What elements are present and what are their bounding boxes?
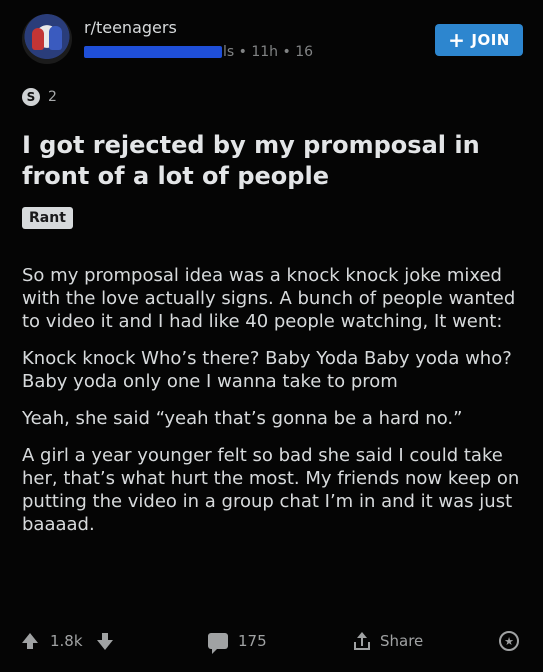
subreddit-name[interactable]: r/teenagers: [84, 18, 177, 37]
comment-icon: [208, 633, 228, 654]
meta-text: ls • 11h • 16: [223, 44, 314, 60]
comment-count: 175: [238, 632, 267, 650]
award-count: 2: [48, 89, 57, 105]
vote-count: 1.8k: [50, 632, 83, 650]
share-label: Share: [380, 632, 424, 650]
join-button[interactable]: + JOIN: [435, 24, 523, 56]
reddit-post: r/teenagers ls • 11h • 16 + JOIN S 2 I g…: [0, 0, 543, 672]
comments-button[interactable]: 175: [208, 632, 267, 654]
body-paragraph: So my promposal idea was a knock knock j…: [22, 265, 516, 332]
plus-icon: +: [448, 28, 466, 52]
downvote-arrow-icon[interactable]: [96, 633, 113, 650]
post-flair[interactable]: Rant: [22, 207, 73, 229]
post-body: So my promposal idea was a knock knock j…: [22, 264, 527, 550]
share-button[interactable]: Share: [353, 632, 423, 650]
post-title: I got rejected by my promposal in front …: [22, 131, 480, 190]
post-header: r/teenagers ls • 11h • 16 + JOIN: [22, 14, 525, 70]
upvote-arrow-icon[interactable]: [22, 633, 38, 649]
vote-control: 1.8k: [22, 632, 113, 650]
join-label: JOIN: [471, 31, 510, 49]
redacted-username: [84, 46, 222, 58]
body-paragraph: Yeah, she said “yeah that’s gonna be a h…: [22, 408, 463, 429]
award-row[interactable]: S 2: [22, 88, 57, 106]
give-award-icon[interactable]: ★: [499, 631, 519, 651]
avatar-figure-red: [32, 28, 44, 50]
body-paragraph: A girl a year younger felt so bad she sa…: [22, 445, 520, 535]
share-icon: [353, 632, 371, 650]
award-s-icon: S: [22, 88, 40, 106]
post-meta: ls • 11h • 16: [84, 44, 313, 60]
post-actions: 1.8k 175 Share ★: [22, 626, 525, 656]
body-paragraph: Knock knock Who’s there? Baby Yoda Baby …: [22, 348, 512, 392]
avatar-figure-blue: [49, 26, 62, 50]
subreddit-avatar[interactable]: [22, 14, 72, 64]
